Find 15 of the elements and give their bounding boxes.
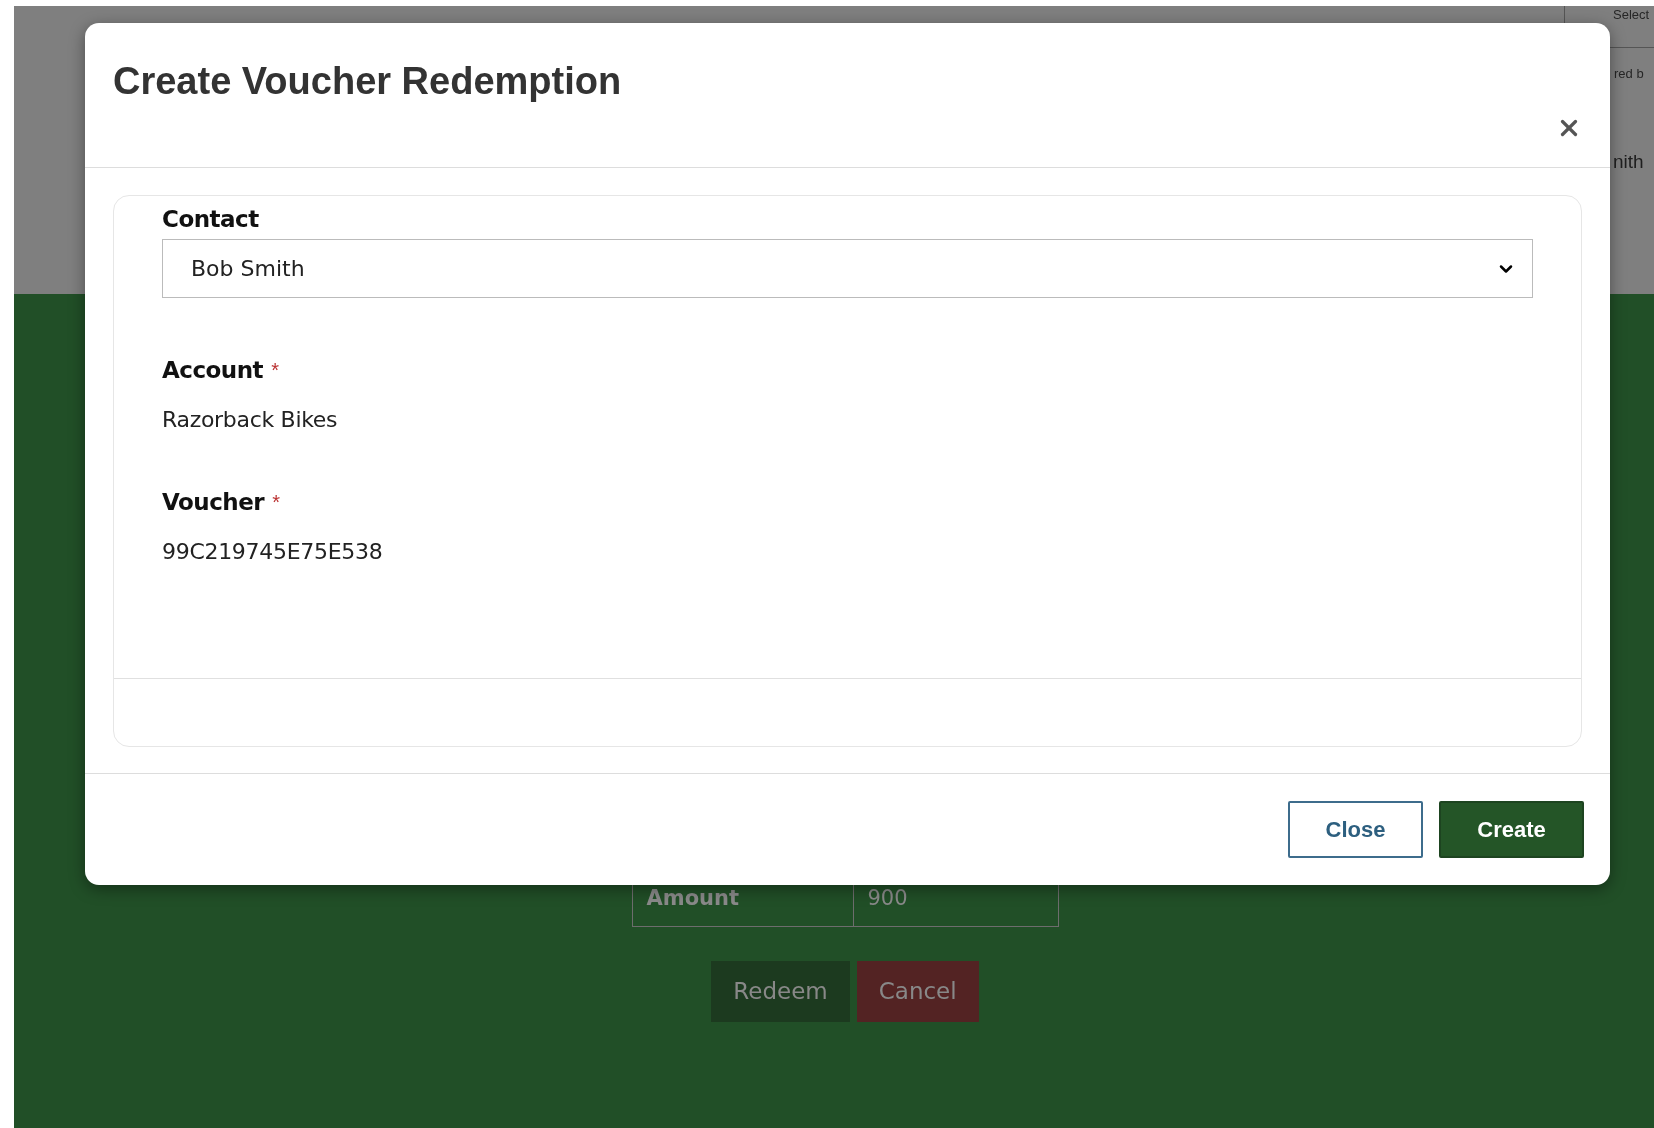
required-asterisk: * <box>271 360 279 380</box>
field-value: 99C219745E75E538 <box>162 537 383 566</box>
required-asterisk: * <box>272 492 280 512</box>
dialog-title: Create Voucher Redemption <box>113 59 622 104</box>
field-value: Razorback Bikes <box>162 405 338 434</box>
page-button[interactable]: Redeem <box>711 961 850 1022</box>
create-button[interactable]: Create <box>1439 801 1584 858</box>
field-label: Account <box>162 355 264 385</box>
contact-select[interactable]: Bob Smith <box>162 239 1533 298</box>
field-label: Voucher <box>162 487 265 517</box>
dismiss-button[interactable]: Close <box>1288 801 1423 858</box>
caption-text: red b <box>1613 65 1645 83</box>
field-label: Contact <box>162 204 259 234</box>
page-button[interactable]: Cancel <box>856 961 979 1022</box>
name-text: nith <box>1612 149 1645 174</box>
